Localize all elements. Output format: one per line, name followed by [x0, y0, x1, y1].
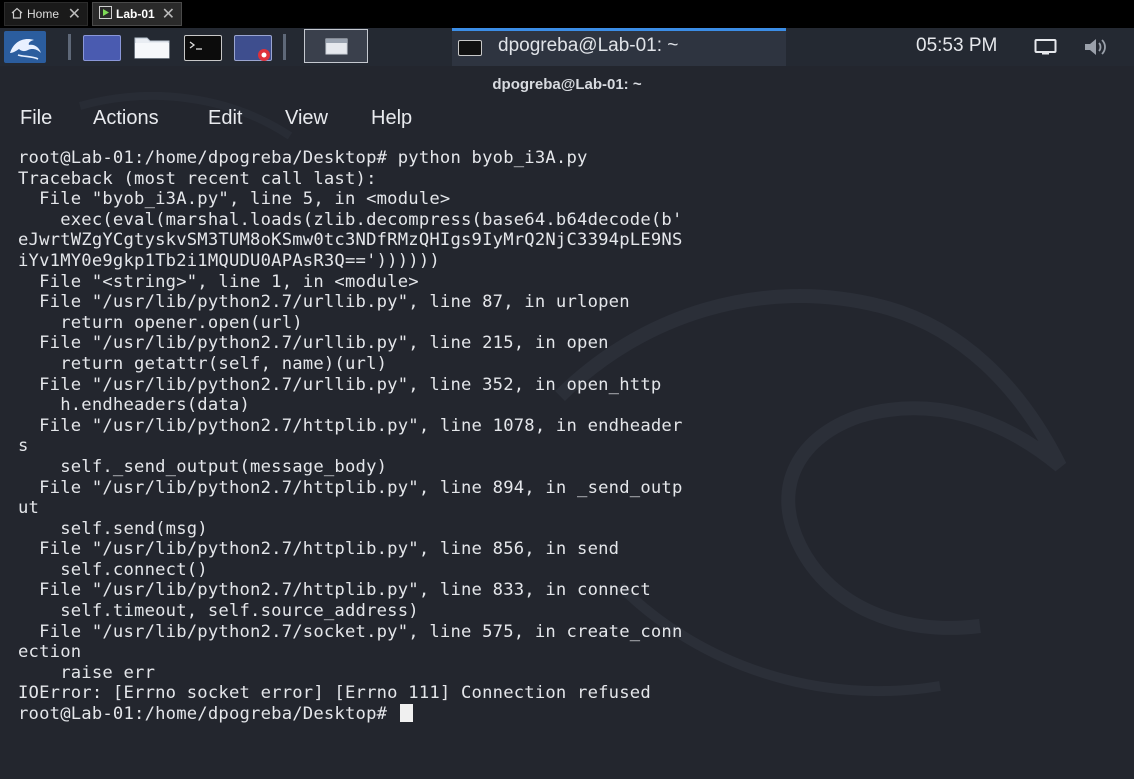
terminal-launcher[interactable] — [184, 35, 222, 61]
clock[interactable]: 05:53 PM — [916, 35, 997, 57]
display-icon[interactable] — [1034, 37, 1058, 61]
folder-icon — [134, 37, 170, 59]
host-tab-strip: Home ✕ Lab-01 ✕ — [0, 0, 1134, 28]
terminal-window[interactable]: dpogreba@Lab-01: ~ File Actions Edit Vie… — [0, 66, 1134, 779]
menu-view[interactable]: View — [285, 107, 328, 130]
top-panel: dpogreba@Lab-01: ~ 05:53 PM — [0, 28, 1134, 66]
window-title: dpogreba@Lab-01: ~ — [492, 76, 642, 93]
volume-icon[interactable] — [1082, 36, 1110, 62]
file-manager-launcher[interactable] — [134, 35, 170, 59]
active-indicator — [452, 28, 786, 31]
host-tab-lab01[interactable]: Lab-01 ✕ — [92, 2, 182, 26]
menu-actions[interactable]: Actions — [93, 107, 159, 130]
panel-separator — [283, 34, 286, 60]
workspace-switcher[interactable] — [83, 35, 121, 61]
screen-recorder-launcher[interactable] — [234, 35, 272, 61]
kali-menu-button[interactable] — [4, 31, 46, 63]
menu-file[interactable]: File — [20, 107, 52, 130]
panel-separator — [68, 34, 71, 60]
taskbar-item-title: dpogreba@Lab-01: ~ — [498, 35, 679, 56]
text-cursor — [399, 704, 413, 723]
traceback-text: root@Lab-01:/home/dpogreba/Desktop# pyth… — [18, 148, 683, 704]
kali-dragon-icon — [10, 39, 41, 60]
show-desktop-button[interactable] — [304, 29, 368, 63]
taskbar-terminal-item[interactable]: dpogreba@Lab-01: ~ — [452, 28, 786, 66]
window-icon — [325, 38, 348, 55]
vm-icon — [99, 6, 112, 22]
close-icon[interactable]: ✕ — [162, 4, 175, 24]
close-icon[interactable]: ✕ — [68, 4, 81, 24]
host-tab-home-label: Home — [27, 7, 60, 21]
shell-prompt: root@Lab-01:/home/dpogreba/Desktop# — [18, 704, 398, 725]
terminal-output[interactable]: root@Lab-01:/home/dpogreba/Desktop# pyth… — [18, 148, 683, 725]
host-tab-home[interactable]: Home ✕ — [4, 2, 88, 26]
terminal-icon — [189, 41, 202, 50]
host-tab-lab01-label: Lab-01 — [116, 7, 155, 21]
terminal-icon — [458, 40, 482, 56]
menu-help[interactable]: Help — [371, 107, 412, 130]
record-icon — [258, 49, 270, 61]
menu-bar: File Actions Edit View Help — [0, 104, 1134, 136]
menu-edit[interactable]: Edit — [208, 107, 242, 130]
home-icon — [11, 7, 23, 22]
